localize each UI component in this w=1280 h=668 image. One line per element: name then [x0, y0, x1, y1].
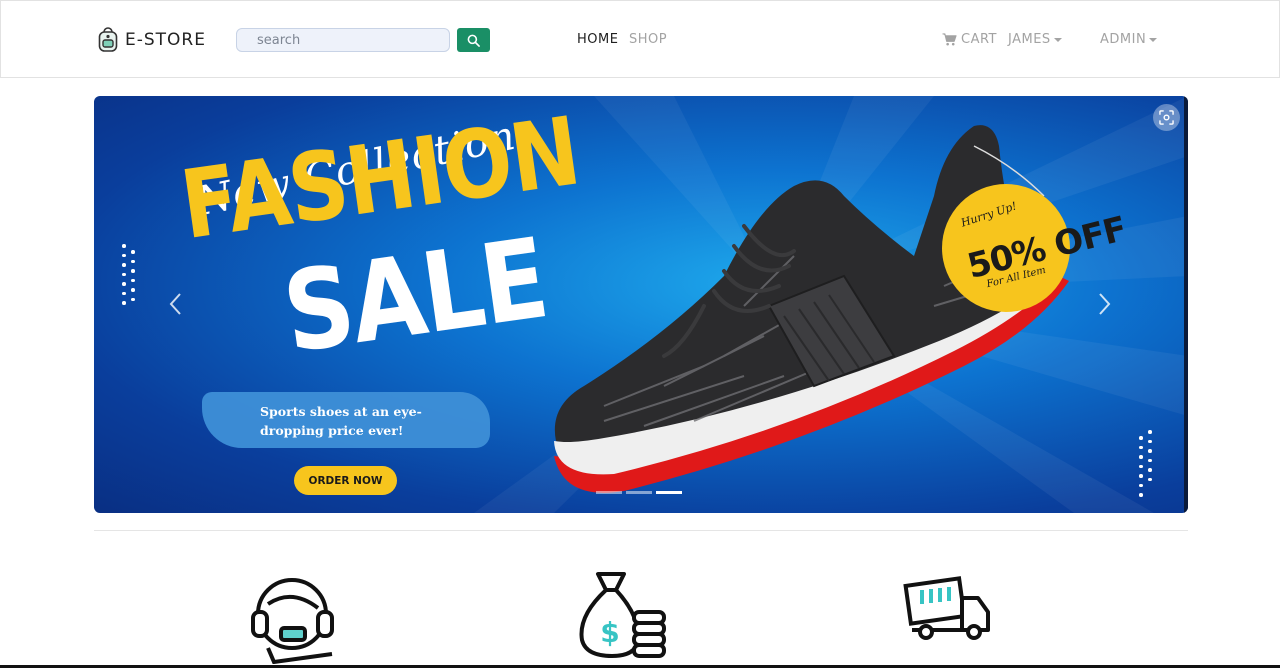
decor-dots-right-2 [1148, 430, 1154, 481]
scan-icon [1159, 110, 1174, 125]
carousel-indicator-1[interactable] [596, 491, 622, 494]
user-dropdown[interactable]: JAMES [1008, 32, 1062, 47]
slide-description: Sports shoes at an eye-dropping price ev… [260, 404, 422, 438]
money-bag-icon: $ [579, 572, 666, 658]
backpack-icon [98, 27, 118, 52]
brand-link[interactable]: E-STORE [97, 27, 206, 53]
section-divider [94, 530, 1188, 531]
support-headset-icon [251, 578, 334, 664]
nav-cart-link[interactable]: CART [942, 32, 997, 47]
decor-dots-left [122, 244, 128, 305]
carousel-prev-icon[interactable] [166, 292, 186, 316]
brand-name: E-STORE [125, 30, 206, 50]
carousel-edge [1184, 96, 1188, 513]
decor-dots-left-2 [131, 250, 137, 301]
nav-home-link[interactable]: HOME [577, 32, 618, 47]
cart-label: CART [961, 32, 997, 47]
decor-dots-right [1139, 436, 1145, 497]
hero-carousel: New Collection FASHION SALE Sports shoes… [94, 96, 1188, 513]
search-icon [467, 34, 480, 47]
admin-dropdown[interactable]: ADMIN [1100, 32, 1158, 47]
cart-icon [942, 33, 957, 46]
carousel-next-icon[interactable] [1094, 292, 1114, 316]
delivery-truck-icon [903, 576, 990, 640]
nav-shop-link[interactable]: SHOP [629, 32, 667, 47]
caret-down-icon [1053, 38, 1062, 42]
visual-search-button[interactable] [1153, 104, 1180, 131]
admin-dropdown-label: ADMIN [1100, 32, 1147, 47]
svg-text:$: $ [600, 616, 619, 649]
carousel-indicator-2[interactable] [626, 491, 652, 494]
user-dropdown-label: JAMES [1008, 32, 1051, 47]
order-now-button[interactable]: ORDER NOW [294, 466, 397, 495]
search-input[interactable] [236, 28, 450, 52]
carousel-indicator-3[interactable] [656, 491, 682, 494]
carousel-indicators [596, 491, 682, 494]
caret-down-icon [1149, 38, 1158, 42]
navbar: E-STORE HOME SHOP CART JAMES ADMIN [0, 0, 1280, 78]
search-button[interactable] [457, 28, 490, 52]
